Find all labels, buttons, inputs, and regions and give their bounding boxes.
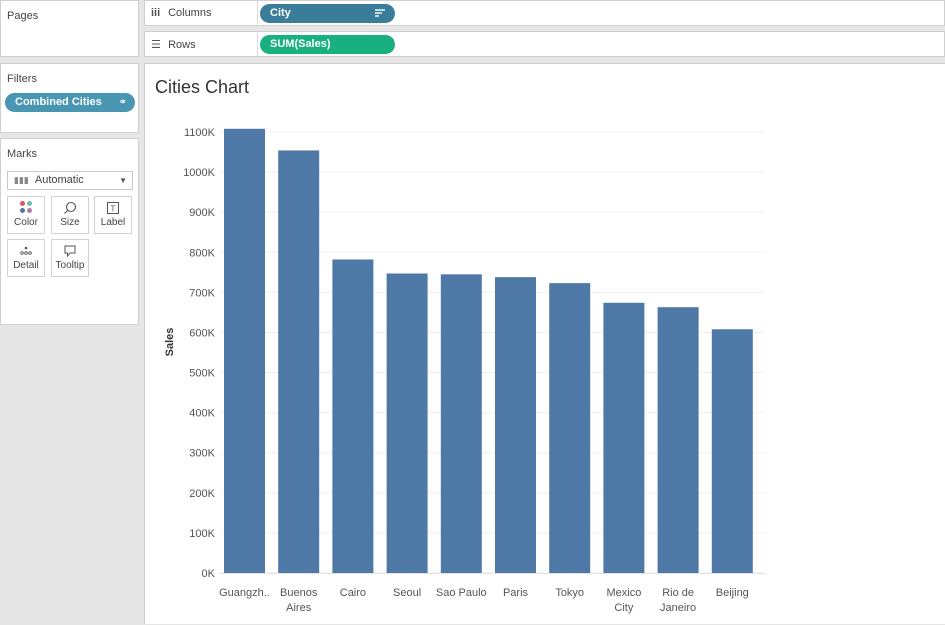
filters-title: Filters xyxy=(7,73,37,85)
bar-chart-icon: ▮▮▮ xyxy=(14,175,29,185)
rows-shelf[interactable]: ☰ Rows SUM(Sales) xyxy=(144,31,945,57)
x-tick-label: Cairo xyxy=(340,587,366,599)
columns-label-text: Columns xyxy=(168,7,212,19)
y-tick-label: 1100K xyxy=(184,127,216,139)
color-icon xyxy=(8,197,44,217)
link-icon: ⚭ xyxy=(118,97,127,108)
x-tick-label: Sao Paulo xyxy=(436,587,487,599)
sales-pill-label: SUM(Sales) xyxy=(270,38,331,50)
x-tick-label: Paris xyxy=(503,587,529,599)
rows-label-text: Rows xyxy=(168,39,196,51)
shelf-divider xyxy=(257,32,258,56)
columns-icon: iii xyxy=(151,7,161,19)
columns-shelf-label: iii Columns xyxy=(151,7,211,19)
x-tick-label: Seoul xyxy=(393,587,421,599)
y-tick-label: 800K xyxy=(189,247,215,259)
marks-panel: Marks ▮▮▮ Automatic ▼ Color Size T Label … xyxy=(0,138,139,325)
bar[interactable] xyxy=(224,128,265,573)
sales-pill[interactable]: SUM(Sales) xyxy=(260,35,395,54)
y-tick-label: 700K xyxy=(189,287,215,299)
y-tick-label: 400K xyxy=(189,408,215,420)
y-tick-label: 1000K xyxy=(183,167,215,179)
city-pill[interactable]: City xyxy=(260,4,395,23)
y-tick-label: 600K xyxy=(189,327,215,339)
chart-view: Cities Chart 0K 100K 200K 300K 400K 500K 600K 7… xyxy=(144,63,945,624)
detail-button[interactable]: Detail xyxy=(7,239,45,277)
x-tick-label: City xyxy=(614,602,633,614)
color-button[interactable]: Color xyxy=(7,196,45,234)
x-tick-label: Janeiro xyxy=(660,602,696,614)
y-tick-label: 900K xyxy=(189,207,215,219)
detail-icon xyxy=(8,240,44,260)
shelf-divider xyxy=(257,1,258,25)
tooltip-icon xyxy=(52,240,88,260)
pages-title: Pages xyxy=(7,10,39,22)
pages-panel: Pages xyxy=(0,0,139,57)
bar-chart[interactable]: 0K 100K 200K 300K 400K 500K 600K 700K 800K 900K 10… xyxy=(145,64,945,625)
x-tick-label: Guangzh.. xyxy=(219,587,270,599)
rows-shelf-label: ☰ Rows xyxy=(151,38,196,51)
bar[interactable] xyxy=(711,329,753,573)
bar[interactable] xyxy=(657,307,699,573)
mark-type-dropdown[interactable]: ▮▮▮ Automatic ▼ xyxy=(7,171,133,190)
bar[interactable] xyxy=(440,274,482,573)
chevron-down-icon: ▼ xyxy=(119,176,127,185)
size-label: Size xyxy=(60,217,80,228)
bar[interactable] xyxy=(495,277,536,573)
x-tick-label: Beijing xyxy=(716,587,749,599)
x-tick-label: Buenos xyxy=(280,587,318,599)
columns-shelf[interactable]: iii Columns City xyxy=(144,0,945,26)
filter-pill-label: Combined Cities xyxy=(15,96,102,108)
bar[interactable] xyxy=(603,302,645,573)
y-tick-label: 200K xyxy=(189,488,215,500)
sort-descending-icon[interactable] xyxy=(375,4,385,23)
svg-text:T: T xyxy=(111,205,116,214)
color-label: Color xyxy=(14,217,38,228)
marks-title: Marks xyxy=(7,148,37,160)
label-label: Label xyxy=(100,217,126,228)
mark-type-value: Automatic xyxy=(34,174,84,186)
bar[interactable] xyxy=(278,150,320,573)
y-tick-label: 0K xyxy=(202,568,216,580)
size-button[interactable]: Size xyxy=(51,196,89,234)
x-tick-label: Tokyo xyxy=(555,587,584,599)
x-tick-label: Mexico xyxy=(606,587,641,599)
tooltip-button[interactable]: Tooltip xyxy=(51,239,89,277)
x-tick-label: Aires xyxy=(286,602,312,614)
y-tick-label: 500K xyxy=(189,368,215,380)
bar[interactable] xyxy=(386,273,428,573)
filters-panel: Filters Combined Cities ⚭ xyxy=(0,63,139,133)
bar[interactable] xyxy=(549,283,591,573)
city-pill-label: City xyxy=(270,7,291,19)
rows-icon: ☰ xyxy=(151,39,161,51)
bar[interactable] xyxy=(332,259,374,573)
y-tick-label: 300K xyxy=(189,448,215,460)
tooltip-label: Tooltip xyxy=(55,260,85,271)
label-icon: T xyxy=(95,197,131,217)
y-tick-label: 100K xyxy=(189,528,215,540)
filter-pill-combined-cities[interactable]: Combined Cities ⚭ xyxy=(5,93,135,112)
size-icon xyxy=(52,197,88,217)
detail-label: Detail xyxy=(13,260,39,271)
x-tick-label: Rio de xyxy=(662,587,694,599)
y-axis-label: Sales xyxy=(164,328,176,357)
label-button[interactable]: T Label xyxy=(94,196,132,234)
